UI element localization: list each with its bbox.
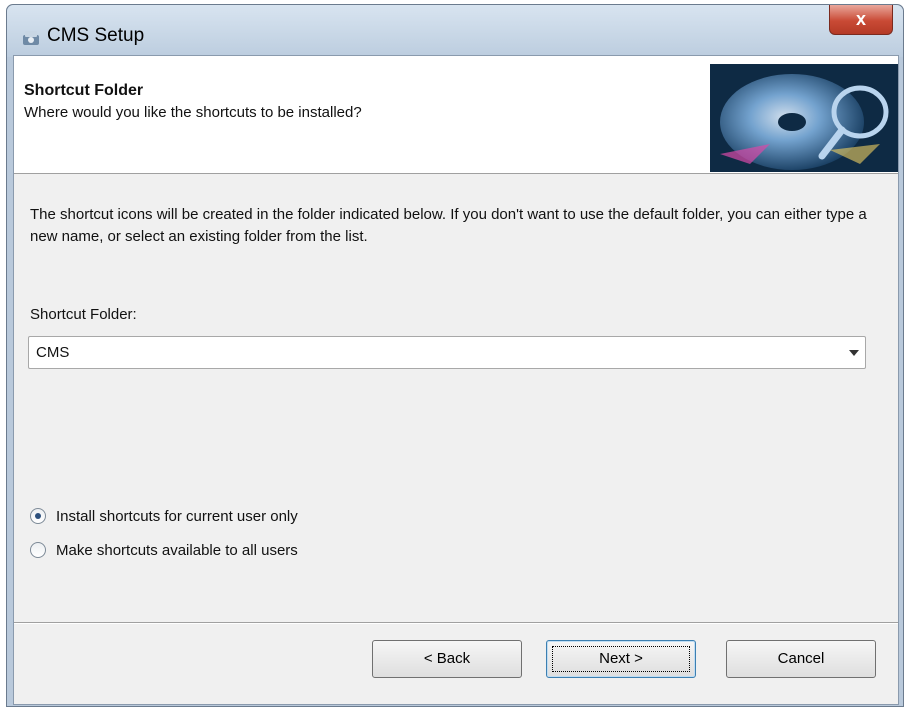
back-button-label: < Back <box>423 650 471 667</box>
window-title: CMS Setup <box>47 25 145 46</box>
close-icon: x <box>855 9 866 29</box>
cancel-button-label: Cancel <box>777 650 825 667</box>
dialog-client-area: Shortcut Folder Where would you like the… <box>13 55 899 705</box>
radio-button-checked-icon[interactable] <box>30 508 46 524</box>
banner-disc-graphic <box>710 64 898 172</box>
description-text: The shortcut icons will be created in th… <box>30 206 867 245</box>
shortcut-folder-combobox[interactable]: CMS <box>28 336 866 369</box>
disc-icon <box>710 64 898 172</box>
footer-divider <box>14 622 898 624</box>
header-banner: Shortcut Folder Where would you like the… <box>14 56 898 174</box>
radio-current-user-label[interactable]: Install shortcuts for current user only <box>56 508 298 525</box>
radio-current-user[interactable]: Install shortcuts for current user only <box>30 505 298 527</box>
shortcut-folder-label: Shortcut Folder: <box>30 306 137 323</box>
page-title: Shortcut Folder <box>24 82 144 99</box>
next-button[interactable]: Next > <box>546 640 696 678</box>
next-button-label: Next > <box>599 650 643 667</box>
cancel-button[interactable]: Cancel <box>726 640 876 678</box>
close-button[interactable]: x <box>829 5 893 35</box>
setup-app-icon <box>23 31 39 45</box>
title-bar[interactable]: CMS Setup x <box>7 5 903 57</box>
radio-all-users[interactable]: Make shortcuts available to all users <box>30 539 298 561</box>
radio-all-users-label[interactable]: Make shortcuts available to all users <box>56 542 298 559</box>
shortcut-folder-value[interactable]: CMS <box>36 344 69 361</box>
setup-window: CMS Setup x Shortcut Folder Where would … <box>6 4 904 707</box>
radio-button-icon[interactable] <box>30 542 46 558</box>
back-button[interactable]: < Back <box>372 640 522 678</box>
chevron-down-icon[interactable] <box>849 350 859 356</box>
page-subtitle: Where would you like the shortcuts to be… <box>24 104 362 121</box>
